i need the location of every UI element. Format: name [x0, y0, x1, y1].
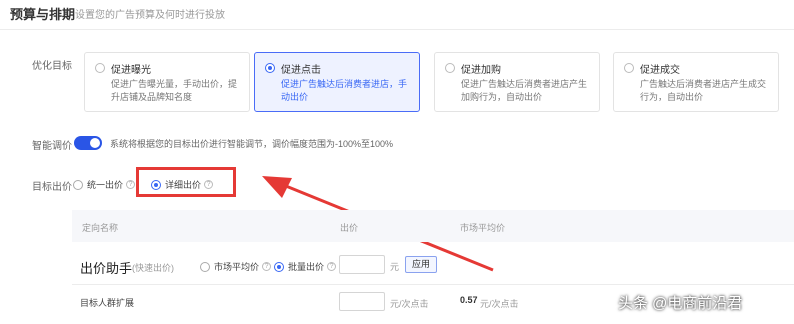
- bid-helper-title: 出价助手: [80, 261, 133, 276]
- help-icon[interactable]: ?: [327, 262, 337, 271]
- bid-helper-subtitle: (快速出价): [132, 263, 174, 273]
- row-bid-input[interactable]: [339, 292, 385, 311]
- row-market-avg-value: 0.57: [460, 295, 478, 305]
- market-avg-label: 市场平均价: [214, 262, 260, 272]
- apply-button[interactable]: 应用: [405, 256, 437, 273]
- bid-table-header: 定向名称 出价 市场平均价: [72, 210, 794, 242]
- radio-selected-icon: [274, 261, 284, 272]
- column-header-market-avg: 市场平均价: [460, 223, 506, 233]
- help-icon[interactable]: ?: [262, 262, 272, 271]
- column-header-name: 定向名称: [82, 223, 119, 233]
- row-divider: [72, 284, 794, 285]
- radio-icon: [200, 261, 210, 272]
- column-header-bid: 出价: [340, 223, 359, 233]
- watermark: 头条 @电商前沿君: [618, 295, 743, 312]
- batch-bid-input[interactable]: [339, 255, 385, 274]
- table-row-name: 目标人群扩展: [80, 298, 135, 308]
- market-avg-radio[interactable]: 市场平均价 ?: [200, 260, 272, 273]
- batch-bid-label: 批量出价: [288, 262, 325, 272]
- batch-bid-unit: 元: [390, 262, 400, 272]
- batch-bid-radio[interactable]: 批量出价 ?: [274, 260, 337, 273]
- row-bid-unit: 元/次点击: [390, 299, 429, 309]
- row-market-avg-unit: 元/次点击: [480, 299, 519, 309]
